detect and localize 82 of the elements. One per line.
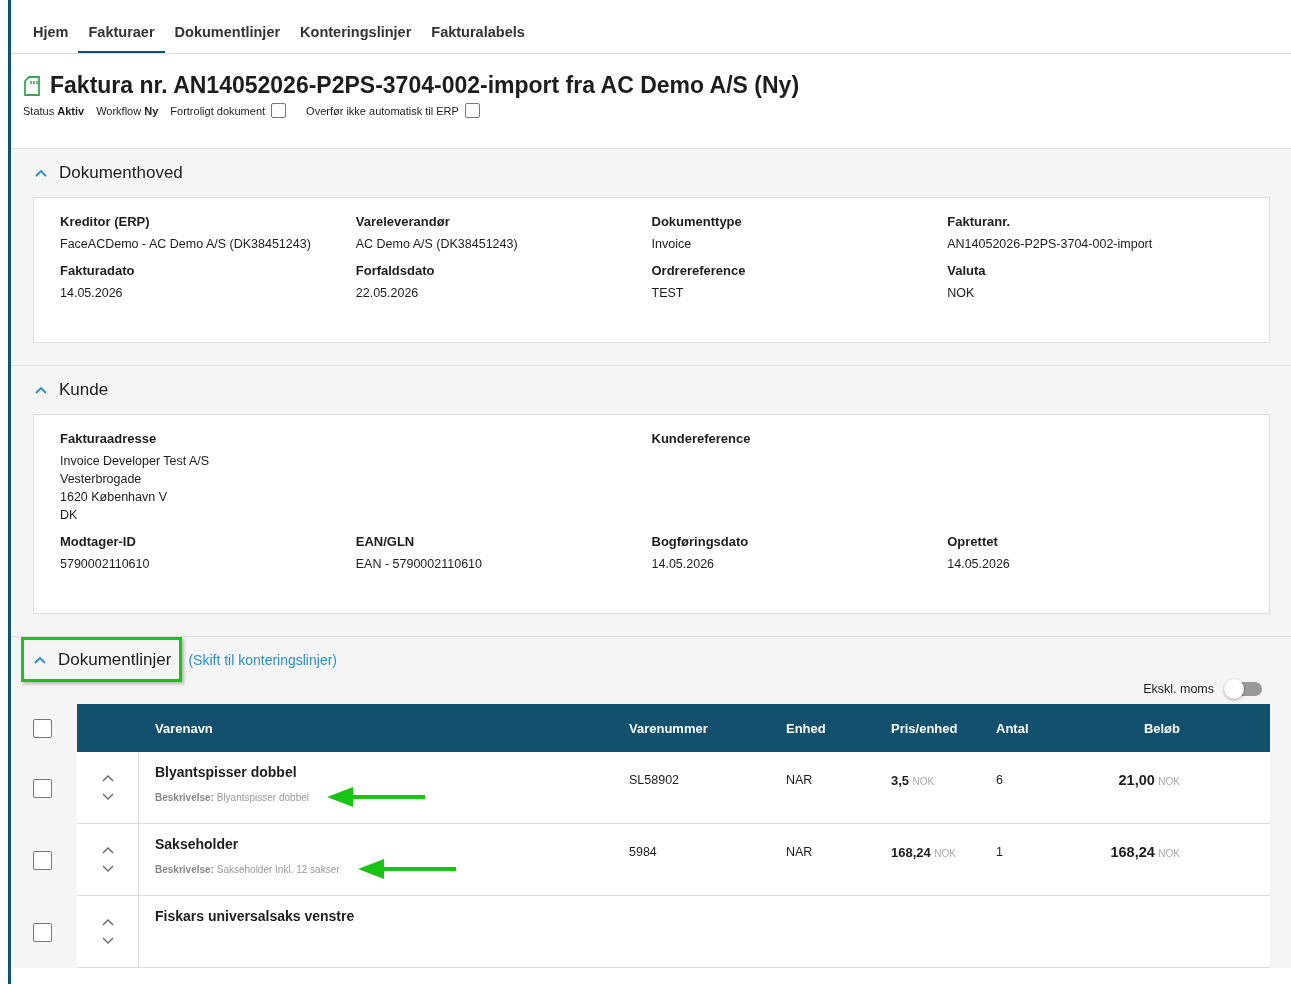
- toggle-label: Ekskl. moms: [1143, 682, 1214, 696]
- table-cell-text: 5984: [628, 844, 658, 859]
- field-value: Vesterbrogade: [60, 472, 143, 486]
- field-label: EAN/GLN: [355, 534, 416, 549]
- field-value: AN14052026-P2PS-3704-002-import: [947, 237, 1154, 251]
- field-value: 14.05.2026: [60, 286, 124, 300]
- field-label: Modtager-ID: [60, 534, 137, 549]
- column-header[interactable]: Varenavn: [139, 720, 613, 736]
- row-checkbox[interactable]: [33, 778, 52, 798]
- field-value: TEST: [651, 286, 685, 300]
- field-value: FaceACDemo - AC Demo A/S (DK38451243): [60, 237, 312, 251]
- nav-tab[interactable]: Fakturaer: [78, 14, 165, 53]
- move-down-icon[interactable]: [101, 865, 114, 872]
- chevron-up-icon[interactable]: [35, 169, 47, 177]
- move-down-icon[interactable]: [101, 937, 114, 944]
- nav-tab[interactable]: Dokumentlinjer: [164, 14, 291, 53]
- document-icon: [23, 75, 41, 96]
- field-value: Invoice Developer Test A/S: [60, 454, 211, 468]
- checkbox[interactable]: [464, 103, 480, 118]
- move-up-icon[interactable]: [101, 847, 114, 854]
- table-cell-text: 1: [995, 844, 1004, 859]
- section-title: Dokumentlinjer: [58, 650, 172, 670]
- field-value: 14.05.2026: [651, 557, 716, 571]
- field-label: Fakturaadresse: [60, 431, 158, 446]
- meta-label: Fortroligt dokument: [170, 104, 266, 117]
- table-cell-text: NAR: [785, 772, 814, 787]
- nav-tab[interactable]: Hjem: [23, 14, 79, 53]
- field-value: DK: [60, 508, 79, 522]
- field-label: Fakturadato: [60, 263, 136, 278]
- checkbox[interactable]: [271, 103, 287, 118]
- item-name: Blyantspisser dobbel: [155, 764, 298, 780]
- field-value: EAN - 5790002110610: [355, 557, 483, 571]
- column-header[interactable]: Beløb: [1110, 720, 1180, 736]
- field-label: Forfaldsdato: [355, 263, 436, 278]
- price-text: 168,24 NOK: [890, 844, 957, 860]
- nav-tab[interactable]: Konteringslinjer: [290, 14, 422, 53]
- row-checkbox[interactable]: [33, 922, 52, 942]
- table-cell-text: 6: [995, 772, 1004, 787]
- column-header[interactable]: Varenummer: [613, 720, 770, 736]
- item-description: Beskrivelse: Sakseholder Inkl. 12 sakser: [155, 863, 340, 875]
- field-label: Oprettet: [947, 534, 999, 549]
- field-label: Kreditor (ERP): [60, 214, 151, 229]
- item-name: Fiskars universalsaks venstre: [155, 908, 356, 924]
- field-label: Fakturanr.: [947, 214, 1012, 229]
- chevron-up-icon[interactable]: [35, 386, 47, 394]
- amount-text: 21,00 NOK: [1117, 771, 1180, 788]
- field-label: Kundereference: [651, 431, 752, 446]
- field-label: Valuta: [947, 263, 987, 278]
- field-value: NOK: [947, 286, 976, 300]
- move-up-icon[interactable]: [101, 775, 114, 782]
- section-title: Dokumenthoved: [59, 163, 183, 183]
- field-value: Invoice: [651, 237, 693, 251]
- field-value: 5790002110610: [60, 557, 151, 571]
- move-up-icon[interactable]: [101, 919, 114, 926]
- field-value: 22.05.2026: [355, 286, 420, 300]
- meta-text: Status Aktiv: [23, 104, 85, 117]
- field-label: Ordrereference: [651, 263, 747, 278]
- table-cell-text: NAR: [785, 844, 814, 859]
- field-label: Dokumenttype: [651, 214, 743, 229]
- meta-text: Workflow Ny: [96, 104, 159, 117]
- field-value: AC Demo A/S (DK38451243): [355, 237, 519, 251]
- field-label: Vareleverandør: [355, 214, 451, 229]
- column-header[interactable]: Antal: [980, 720, 1110, 736]
- field-value: 1620 København V: [60, 490, 169, 504]
- table-cell-text: SL58902: [628, 772, 681, 787]
- field-label: Bogføringsdato: [651, 534, 750, 549]
- move-down-icon[interactable]: [101, 793, 114, 800]
- item-name: Sakseholder: [155, 836, 240, 852]
- section-title: Kunde: [59, 380, 109, 400]
- nav-tab[interactable]: Fakturalabels: [421, 14, 535, 53]
- toggle-switch[interactable]: [1226, 682, 1262, 696]
- item-description: Beskrivelse: Blyantspisser dobbel: [155, 791, 309, 803]
- chevron-up-icon[interactable]: [34, 656, 46, 664]
- meta-label: Overfør ikke automatisk til ERP: [306, 104, 459, 117]
- column-header[interactable]: Pris/enhed: [875, 720, 980, 736]
- field-value: 14.05.2026: [947, 557, 1011, 571]
- price-text: 3,5 NOK: [890, 772, 936, 788]
- page-title: Faktura nr. AN14052026-P2PS-3704-002-import fra AC Demo A/S (Ny): [50, 72, 800, 99]
- select-all-checkbox[interactable]: [33, 718, 52, 738]
- column-header[interactable]: Enhed: [770, 720, 875, 736]
- row-checkbox[interactable]: [33, 850, 52, 870]
- amount-text: 168,24 NOK: [1110, 843, 1180, 860]
